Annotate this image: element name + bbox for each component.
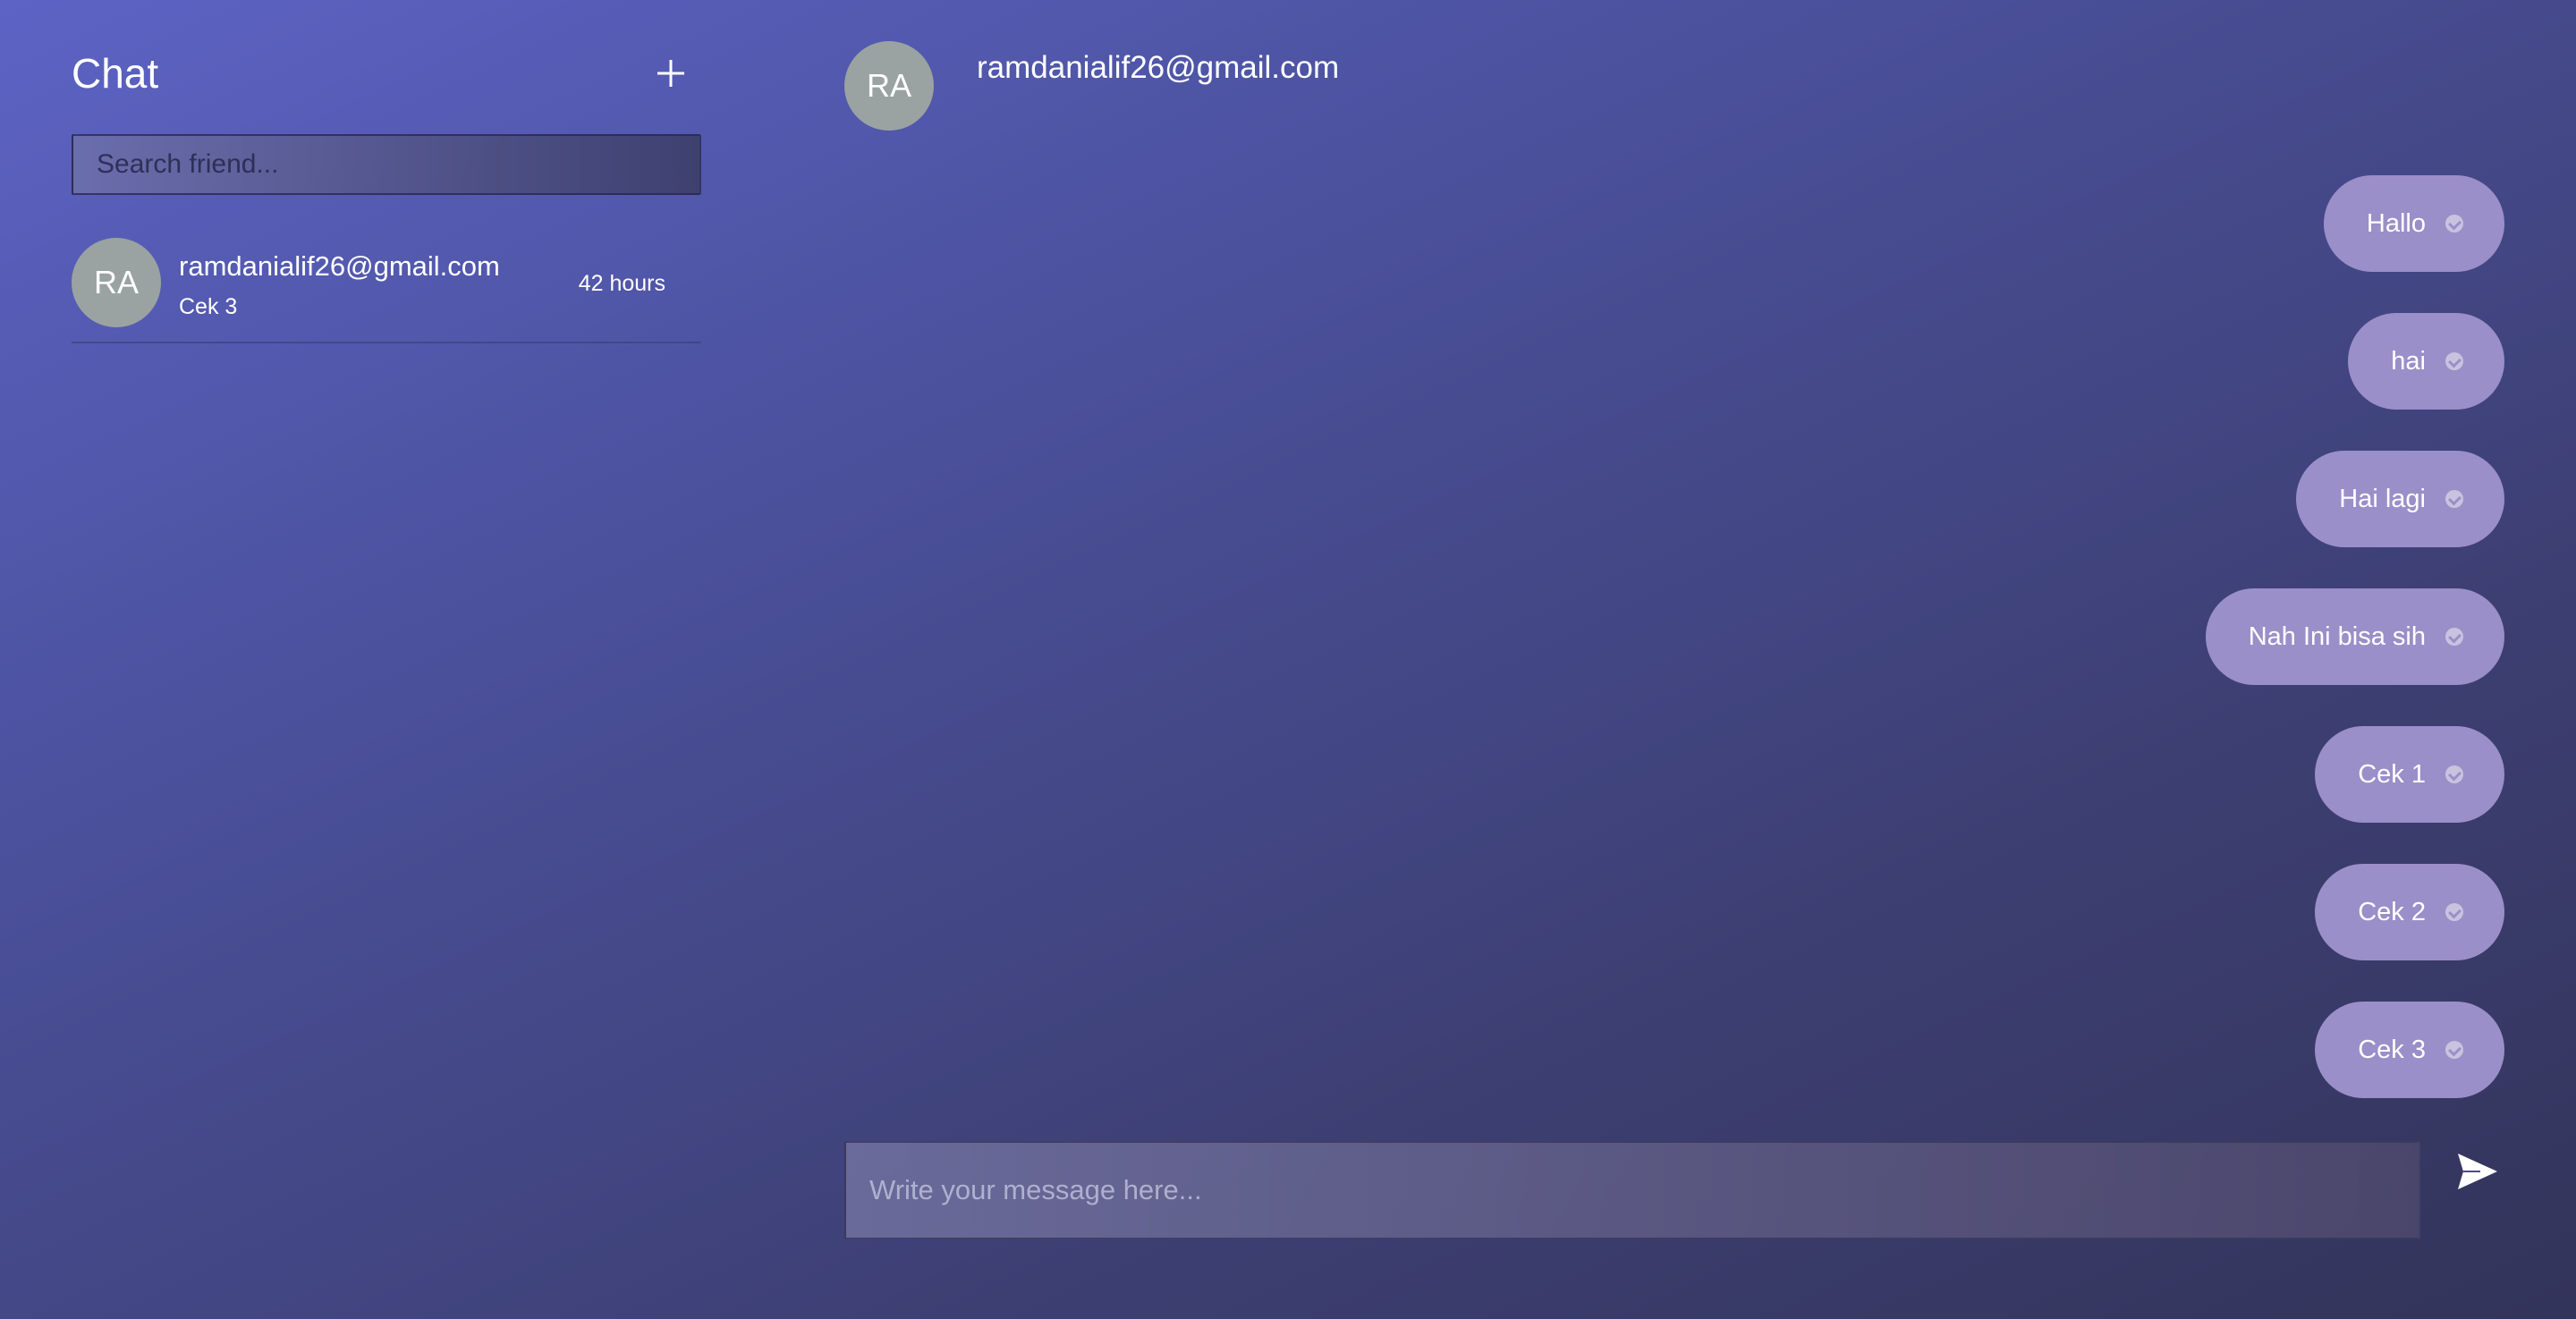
message-text: Hallo bbox=[2366, 208, 2426, 238]
friend-list-item[interactable]: RA ramdanialif26@gmail.com Cek 3 42 hour… bbox=[72, 238, 701, 343]
sidebar-title: Chat bbox=[72, 50, 159, 97]
message-text: Nah Ini bisa sih bbox=[2248, 621, 2426, 651]
check-icon bbox=[2445, 215, 2463, 233]
message-text: Cek 2 bbox=[2358, 897, 2426, 926]
check-icon bbox=[2445, 352, 2463, 370]
friend-avatar: RA bbox=[72, 238, 161, 327]
friend-last-time: 42 hours bbox=[578, 271, 665, 296]
message-composer bbox=[844, 1141, 2504, 1239]
chat-panel: RA ramdanialif26@gmail.com Hallo hai Hai… bbox=[844, 0, 2504, 1319]
message-bubble: hai bbox=[2348, 313, 2504, 410]
chat-app: Chat RA ramdanialif26@gmail.com Cek 3 42… bbox=[0, 0, 2576, 1319]
message-bubble: Hai lagi bbox=[2296, 451, 2504, 547]
search-friend-input[interactable] bbox=[72, 134, 701, 195]
check-icon bbox=[2445, 490, 2463, 508]
check-icon bbox=[2445, 903, 2463, 921]
check-icon bbox=[2445, 628, 2463, 646]
message-text: Cek 1 bbox=[2358, 759, 2426, 789]
new-chat-button[interactable] bbox=[648, 50, 694, 97]
message-bubble: Hallo bbox=[2323, 175, 2504, 272]
sidebar: Chat RA ramdanialif26@gmail.com Cek 3 42… bbox=[72, 0, 701, 1319]
check-icon bbox=[2445, 765, 2463, 783]
sidebar-header: Chat bbox=[72, 47, 701, 100]
send-icon bbox=[2458, 1154, 2497, 1189]
message-text: Cek 3 bbox=[2358, 1035, 2426, 1064]
chat-header-avatar: RA bbox=[844, 41, 934, 131]
chat-header-name: ramdanialif26@gmail.com bbox=[977, 50, 1340, 85]
friend-last-message: Cek 3 bbox=[179, 294, 238, 319]
friend-name: ramdanialif26@gmail.com bbox=[179, 250, 500, 282]
message-bubble: Nah Ini bisa sih bbox=[2205, 588, 2504, 685]
message-input[interactable] bbox=[844, 1141, 2420, 1239]
message-text: Hai lagi bbox=[2339, 484, 2426, 513]
send-button[interactable] bbox=[2451, 1145, 2504, 1198]
message-bubble: Cek 1 bbox=[2315, 726, 2504, 823]
message-bubble: Cek 3 bbox=[2315, 1002, 2504, 1098]
message-text: hai bbox=[2391, 346, 2426, 376]
message-bubble: Cek 2 bbox=[2315, 864, 2504, 960]
check-icon bbox=[2445, 1041, 2463, 1059]
